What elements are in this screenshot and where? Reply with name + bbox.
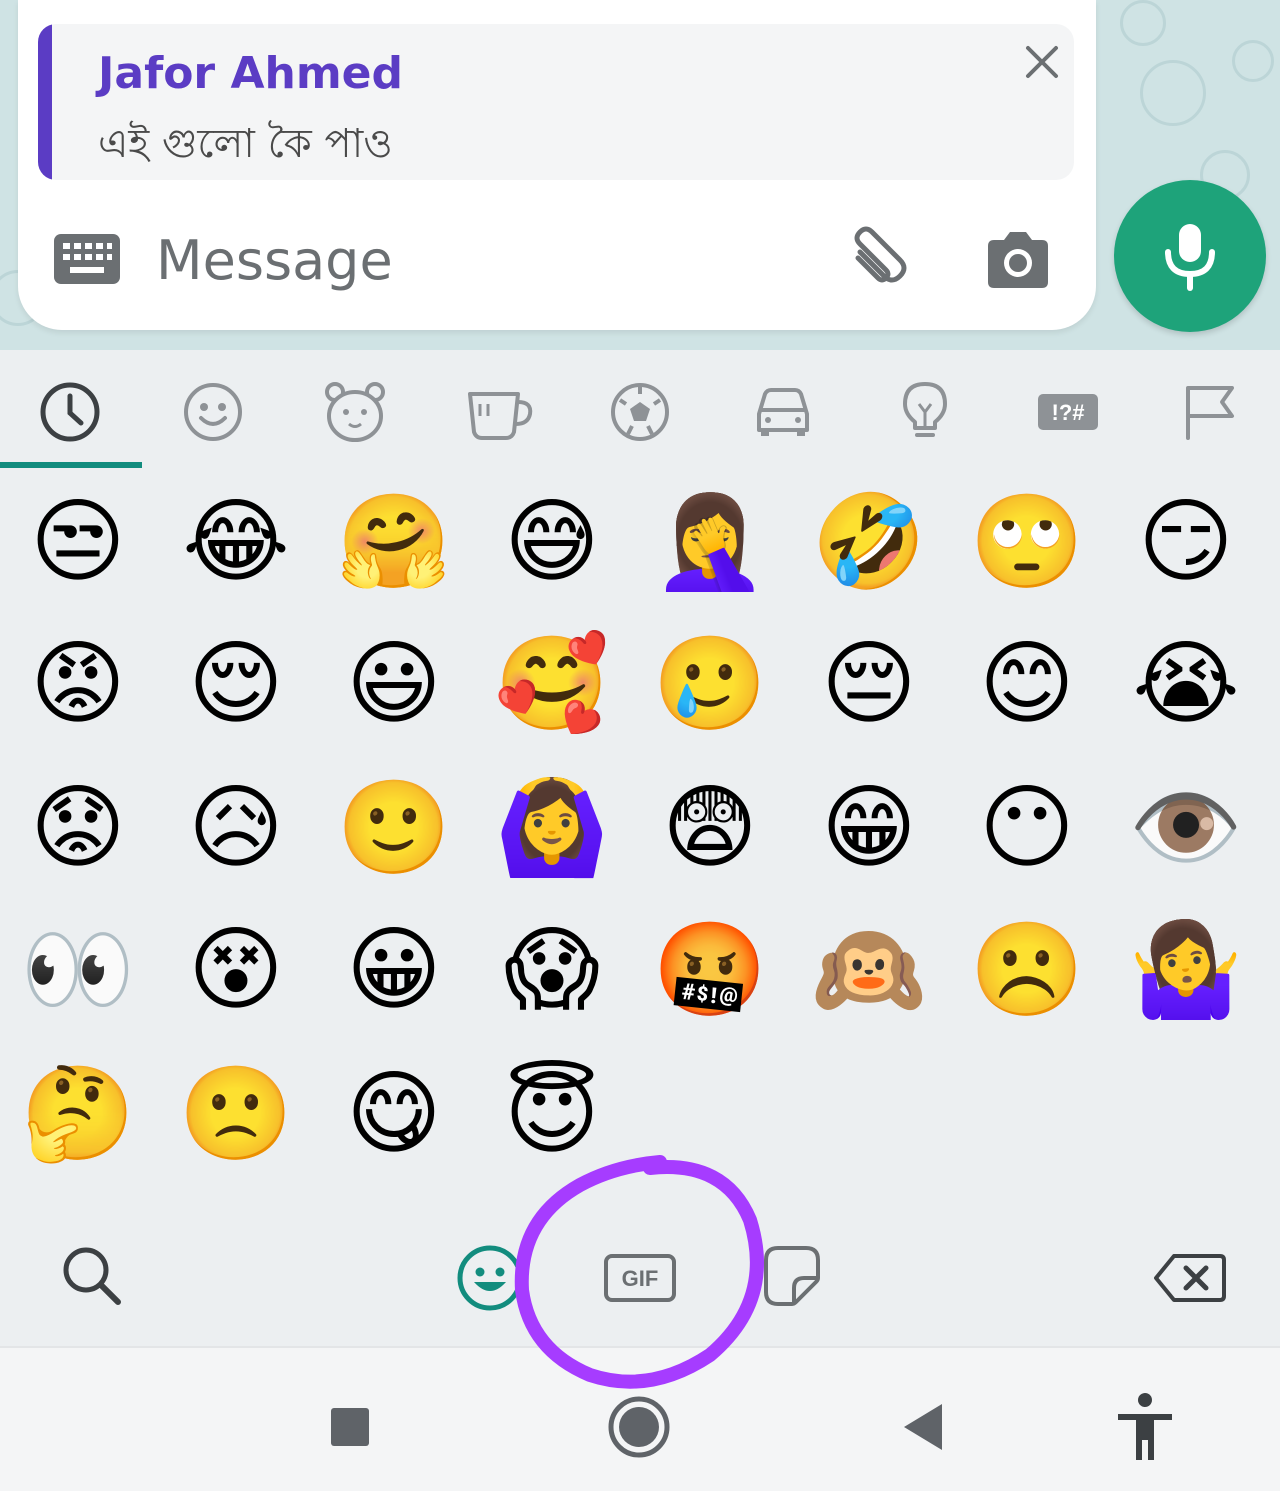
emoji-cell[interactable]: 🤦‍♀️ xyxy=(640,472,780,612)
voice-message-button[interactable] xyxy=(1114,180,1266,332)
close-reply-button[interactable] xyxy=(1020,40,1064,84)
camera-icon xyxy=(988,232,1048,288)
lightbulb-icon xyxy=(903,382,947,437)
emoji-cell[interactable]: 😂 xyxy=(166,472,306,612)
keyboard-toggle-button[interactable] xyxy=(54,234,120,284)
emoji-cell[interactable]: 👁️ xyxy=(1116,758,1256,898)
smiley-icon xyxy=(184,383,242,441)
tab-activity[interactable] xyxy=(608,380,672,444)
emoji-panel-toolbar: GIF xyxy=(0,1212,1280,1346)
close-icon xyxy=(1026,46,1058,78)
reply-sender-name: Jafor Ahmed xyxy=(98,48,404,99)
message-input-row xyxy=(18,196,1096,330)
paperclip-icon xyxy=(854,226,907,283)
tab-recent[interactable] xyxy=(38,380,102,444)
emoji-grid: 😒 😂 🤗 😅 🤦‍♀️ 🤣 🙄 😏 😡 😌 😃 🥰 🥲 😔 😊 😭 😟 😥 🙂 🙆‍♀️ 😨 😁 😶 👁️ 👀 😵 😀 😱 🤬 🙉 ☹️ 🤷… xyxy=(0,468,1280,1198)
backspace-icon xyxy=(1154,1254,1226,1302)
symbols-label: !?# xyxy=(1052,400,1085,425)
gif-icon: GIF xyxy=(604,1254,676,1302)
emoji-cell[interactable]: 🤣 xyxy=(799,472,939,612)
camera-button[interactable] xyxy=(980,222,1056,298)
emoji-cell[interactable]: 🙂 xyxy=(324,758,464,898)
emoji-cell[interactable]: 😡 xyxy=(8,614,148,754)
coffee-cup-icon xyxy=(468,392,533,440)
emoji-cell[interactable]: 🥲 xyxy=(640,614,780,754)
search-icon xyxy=(63,1247,121,1305)
tab-travel[interactable] xyxy=(751,380,815,444)
message-composer: Jafor Ahmed এই গুলো কৈ পাও xyxy=(18,0,1096,330)
tab-smileys[interactable] xyxy=(181,380,245,444)
reply-quoted-text: এই গুলো কৈ পাও xyxy=(98,121,393,167)
search-emoji-button[interactable] xyxy=(56,1240,132,1316)
backspace-button[interactable] xyxy=(1152,1240,1228,1316)
message-input[interactable] xyxy=(156,220,796,300)
emoji-tab-button[interactable] xyxy=(452,1240,528,1316)
accessibility-icon xyxy=(1118,1393,1172,1460)
reply-accent-bar xyxy=(38,24,52,180)
attach-button[interactable] xyxy=(838,222,914,298)
keyboard-icon xyxy=(54,234,120,284)
emoji-cell[interactable]: 😔 xyxy=(799,614,939,754)
emoji-cell[interactable]: 🤗 xyxy=(324,472,464,612)
emoji-cell[interactable]: 🙁 xyxy=(166,1044,306,1184)
emoji-cell[interactable]: ☹️ xyxy=(957,900,1097,1040)
emoji-cell[interactable]: 👀 xyxy=(8,900,148,1040)
smiley-filled-icon xyxy=(457,1245,523,1311)
soccer-ball-icon xyxy=(611,383,669,441)
tab-food[interactable] xyxy=(466,380,533,444)
tab-animals[interactable] xyxy=(323,380,387,444)
sticker-tab-button[interactable] xyxy=(754,1240,830,1316)
emoji-cell[interactable]: 😱 xyxy=(482,900,622,1040)
gif-tab-button[interactable]: GIF xyxy=(602,1240,678,1316)
emoji-cell[interactable]: 😅 xyxy=(482,472,622,612)
emoji-cell[interactable]: 😭 xyxy=(1116,614,1256,754)
home-button[interactable] xyxy=(604,1392,674,1462)
reply-preview: Jafor Ahmed এই গুলো কৈ পাও xyxy=(38,24,1074,180)
emoji-cell[interactable]: 😃 xyxy=(324,614,464,754)
bear-icon xyxy=(325,382,385,442)
emoji-cell[interactable]: 🤔 xyxy=(8,1044,148,1184)
emoji-cell[interactable]: 😁 xyxy=(799,758,939,898)
home-circle-icon xyxy=(608,1396,670,1458)
square-icon xyxy=(331,1408,369,1446)
emoji-cell[interactable]: 😋 xyxy=(324,1044,464,1184)
back-button[interactable] xyxy=(890,1392,960,1462)
sticker-icon xyxy=(764,1246,820,1306)
flag-icon xyxy=(1186,386,1234,440)
emoji-cell[interactable]: 😊 xyxy=(957,614,1097,754)
emoji-cell[interactable]: 😨 xyxy=(640,758,780,898)
clock-icon xyxy=(40,382,100,442)
emoji-cell[interactable]: 🙉 xyxy=(799,900,939,1040)
emoji-cell[interactable]: 😟 xyxy=(8,758,148,898)
emoji-cell[interactable]: 😌 xyxy=(166,614,306,754)
tab-objects[interactable] xyxy=(893,380,957,444)
emoji-cell[interactable]: 🙄 xyxy=(957,472,1097,612)
gif-label: GIF xyxy=(622,1266,659,1291)
emoji-cell[interactable]: 😒 xyxy=(8,472,148,612)
emoji-cell[interactable]: 🙆‍♀️ xyxy=(482,758,622,898)
tab-flags[interactable] xyxy=(1178,380,1242,444)
symbols-icon: !?# xyxy=(1038,394,1098,430)
tab-symbols[interactable]: !?# xyxy=(1036,380,1100,444)
emoji-cell[interactable]: 🤷‍♀️ xyxy=(1116,900,1256,1040)
emoji-cell[interactable]: 😇 xyxy=(482,1044,622,1184)
accessibility-button[interactable] xyxy=(1110,1392,1180,1462)
emoji-cell[interactable]: 🤬 xyxy=(640,900,780,1040)
emoji-category-tabs: !?# xyxy=(0,350,1280,468)
emoji-cell[interactable]: 😵 xyxy=(166,900,306,1040)
emoji-cell[interactable]: 😶 xyxy=(957,758,1097,898)
emoji-cell[interactable]: 😀 xyxy=(324,900,464,1040)
microphone-icon xyxy=(1165,224,1215,291)
emoji-cell[interactable]: 😥 xyxy=(166,758,306,898)
emoji-cell[interactable]: 🥰 xyxy=(482,614,622,754)
back-triangle-icon xyxy=(904,1404,942,1450)
car-icon xyxy=(757,388,809,436)
emoji-cell[interactable]: 😏 xyxy=(1116,472,1256,612)
recent-apps-button[interactable] xyxy=(315,1392,385,1462)
system-navigation-bar xyxy=(0,1346,1280,1491)
